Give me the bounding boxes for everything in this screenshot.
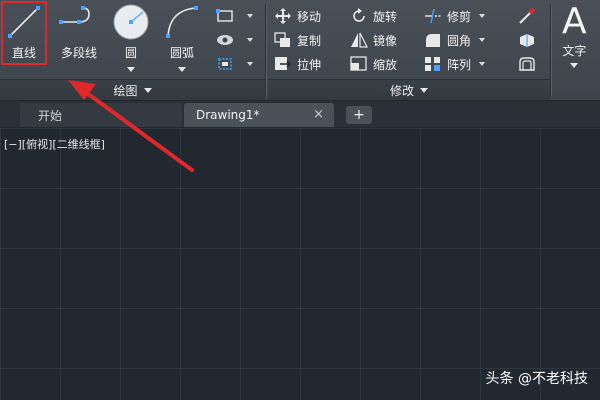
draw-panel-footer[interactable]: 绘图 xyxy=(0,79,265,100)
explode-tool-button[interactable] xyxy=(518,28,541,52)
draw-panel-title: 绘图 xyxy=(113,83,138,98)
draw-small-tools xyxy=(216,4,253,76)
trim-tool-label: 修剪 xyxy=(447,9,472,24)
tab-drawing1-label: Drawing1* xyxy=(196,108,260,122)
array-tool-button[interactable]: 阵列 xyxy=(424,52,486,76)
fillet-tool-button[interactable]: 圆角 xyxy=(424,28,486,52)
arc-icon xyxy=(159,2,205,42)
stretch-tool-label: 拉伸 xyxy=(297,57,322,72)
modify-column-3: 修剪 圆角 阵列 xyxy=(424,4,486,76)
modify-panel-title: 修改 xyxy=(389,83,414,98)
arc-tool-label: 圆弧 xyxy=(169,46,194,60)
line-tool-highlight xyxy=(1,1,47,65)
panel-separator xyxy=(265,4,266,96)
hatch-icon xyxy=(216,32,234,48)
boundary-dropdown-icon[interactable] xyxy=(247,62,253,66)
mirror-tool-label: 镜像 xyxy=(373,33,398,48)
polyline-tool-label: 多段线 xyxy=(60,46,97,60)
copy-tool-button[interactable]: 复制 xyxy=(274,28,321,52)
circle-dropdown-icon[interactable] xyxy=(127,67,135,72)
fillet-tool-label: 圆角 xyxy=(447,33,472,48)
text-tool-label: 文字 xyxy=(562,44,587,58)
polyline-tool-button[interactable]: 多段线 xyxy=(52,2,106,78)
boundary-tool-button[interactable] xyxy=(216,52,253,76)
new-tab-button[interactable]: + xyxy=(346,106,372,124)
fillet-dropdown-icon[interactable] xyxy=(479,38,486,42)
file-tab-bar: 开始 Drawing1* × + xyxy=(0,101,600,127)
text-tool-glyph: A xyxy=(562,1,587,42)
modify-column-4 xyxy=(518,4,541,76)
circle-tool-label: 圆 xyxy=(124,46,137,60)
stretch-tool-button[interactable]: 拉伸 xyxy=(274,52,321,76)
array-tool-label: 阵列 xyxy=(447,57,472,72)
array-dropdown-icon[interactable] xyxy=(479,62,486,66)
copy-icon xyxy=(274,32,292,48)
rotate-tool-label: 旋转 xyxy=(373,9,398,24)
modify-panel: 移动 复制 拉伸 旋转 镜像 缩放 修剪 圆角 阵列 修改 xyxy=(268,0,550,100)
move-tool-button[interactable]: 移动 xyxy=(274,4,321,28)
trim-icon xyxy=(424,8,442,24)
fillet-icon xyxy=(424,32,442,48)
text-tool-button[interactable]: A 文字 xyxy=(562,2,587,68)
erase-icon xyxy=(518,7,536,24)
rectangle-dropdown-icon[interactable] xyxy=(247,14,253,18)
rotate-tool-button[interactable]: 旋转 xyxy=(350,4,397,28)
offset-tool-button[interactable] xyxy=(518,52,541,76)
boundary-icon xyxy=(216,56,234,72)
circle-icon xyxy=(108,2,154,42)
tab-start[interactable]: 开始 xyxy=(20,103,182,127)
close-icon[interactable]: × xyxy=(313,107,324,122)
trim-tool-button[interactable]: 修剪 xyxy=(424,4,486,28)
rectangle-icon xyxy=(216,8,234,24)
text-panel: A 文字 xyxy=(552,0,600,100)
trim-dropdown-icon[interactable] xyxy=(479,14,486,18)
scale-icon xyxy=(350,56,368,72)
draw-panel-expand-icon[interactable] xyxy=(143,87,152,93)
scale-tool-button[interactable]: 缩放 xyxy=(350,52,397,76)
mirror-tool-button[interactable]: 镜像 xyxy=(350,28,397,52)
modify-column-2: 旋转 镜像 缩放 xyxy=(350,4,397,76)
hatch-dropdown-icon[interactable] xyxy=(247,38,253,42)
stretch-icon xyxy=(274,56,292,72)
viewport-controls[interactable]: [−][俯视][二维线框] xyxy=(4,136,105,152)
scale-tool-label: 缩放 xyxy=(373,57,398,72)
panel-separator xyxy=(550,4,551,96)
polyline-icon xyxy=(56,2,102,42)
copy-tool-label: 复制 xyxy=(297,33,322,48)
tab-start-label: 开始 xyxy=(38,108,63,123)
draw-panel: 直线 多段线 圆 圆弧 绘图 xyxy=(0,0,265,100)
rotate-icon xyxy=(350,8,368,24)
move-tool-label: 移动 xyxy=(297,9,322,24)
ribbon: 直线 多段线 圆 圆弧 绘图 移动 复制 拉伸 旋转 镜像 缩放 修剪 圆角 阵… xyxy=(0,0,600,101)
circle-tool-button[interactable]: 圆 xyxy=(108,2,154,78)
rectangle-tool-button[interactable] xyxy=(216,4,253,28)
tab-drawing1[interactable]: Drawing1* × xyxy=(184,103,334,127)
erase-tool-button[interactable] xyxy=(518,4,541,28)
modify-column-1: 移动 复制 拉伸 xyxy=(274,4,321,76)
arc-tool-button[interactable]: 圆弧 xyxy=(158,2,206,78)
modify-panel-footer[interactable]: 修改 xyxy=(268,79,550,100)
hatch-tool-button[interactable] xyxy=(216,28,253,52)
mirror-icon xyxy=(350,32,368,48)
array-icon xyxy=(424,56,442,72)
modify-panel-expand-icon[interactable] xyxy=(420,87,428,93)
offset-icon xyxy=(518,56,536,72)
arc-dropdown-icon[interactable] xyxy=(178,67,186,72)
watermark: 头条 @不老科技 xyxy=(485,371,588,387)
drawing-canvas[interactable]: [−][俯视][二维线框] 头条 @不老科技 xyxy=(0,128,600,400)
move-icon xyxy=(274,8,292,24)
explode-icon xyxy=(518,32,536,48)
text-dropdown-icon[interactable] xyxy=(570,63,579,68)
